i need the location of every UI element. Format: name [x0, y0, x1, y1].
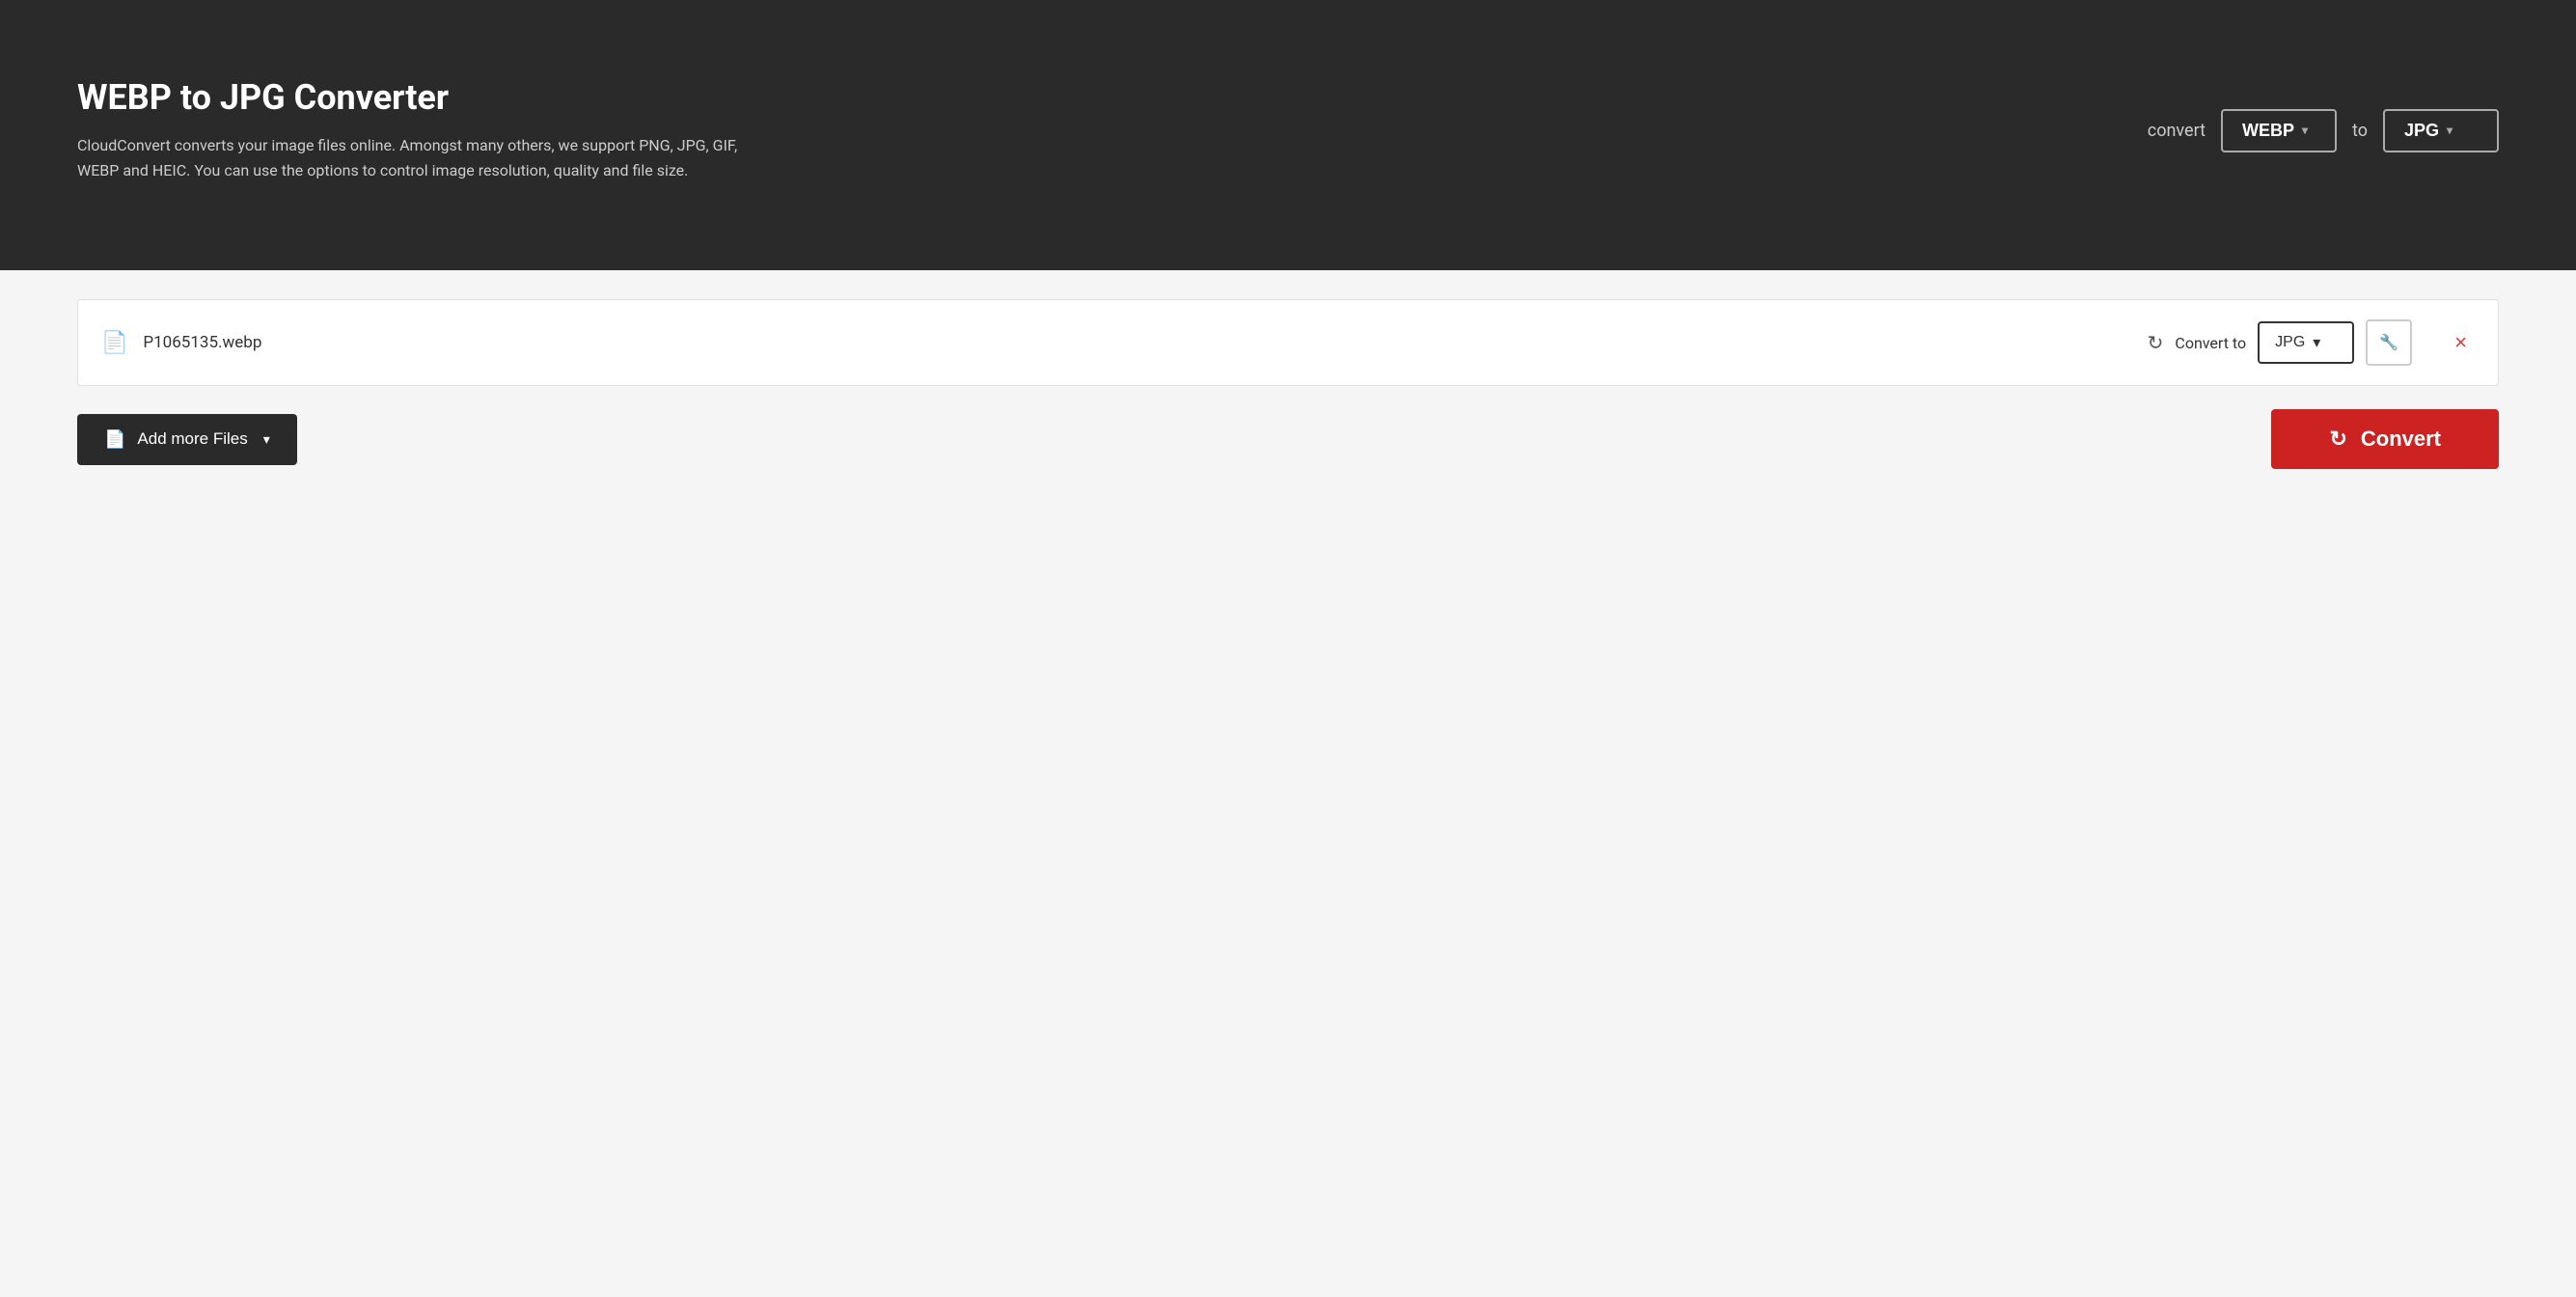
converter-label: convert [2148, 121, 2206, 141]
main-section: 📄 P1065135.webp ↻ Convert to JPG ▾ 🔧 × [0, 270, 2576, 1297]
file-format-chevron-icon: ▾ [2313, 333, 2320, 352]
header-converter: convert WEBP ▾ to JPG ▾ [2148, 109, 2499, 152]
file-name: P1065135.webp [143, 333, 2147, 352]
page-title: WEBP to JPG Converter [77, 77, 753, 118]
table-row: 📄 P1065135.webp ↻ Convert to JPG ▾ 🔧 × [78, 300, 2498, 385]
add-files-chevron-icon: ▾ [263, 431, 270, 448]
converter-to-label: to [2352, 121, 2368, 141]
to-format-dropdown[interactable]: JPG ▾ [2383, 109, 2499, 152]
add-more-files-button[interactable]: 📄 Add more Files ▾ [77, 414, 297, 465]
from-format-chevron-icon: ▾ [2302, 124, 2308, 137]
file-icon: 📄 [101, 331, 127, 355]
file-format-label: JPG [2275, 334, 2305, 351]
to-format-label: JPG [2404, 121, 2439, 141]
convert-to-section: ↻ Convert to JPG ▾ 🔧 [2148, 319, 2413, 366]
convert-button[interactable]: ↻ Convert [2271, 409, 2499, 469]
remove-file-button[interactable]: × [2447, 326, 2475, 359]
convert-to-label: Convert to [2175, 334, 2246, 352]
from-format-label: WEBP [2242, 121, 2294, 141]
wrench-icon: 🔧 [2379, 333, 2398, 352]
to-format-chevron-icon: ▾ [2447, 124, 2453, 137]
convert-label: Convert [2361, 427, 2441, 452]
file-format-dropdown[interactable]: JPG ▾ [2258, 321, 2354, 364]
settings-button[interactable]: 🔧 [2366, 319, 2412, 366]
refresh-icon[interactable]: ↻ [2148, 331, 2164, 354]
header-description: CloudConvert converts your image files o… [77, 133, 753, 182]
convert-refresh-icon: ↻ [2329, 427, 2346, 452]
add-files-label: Add more Files [137, 429, 247, 449]
header-left: WEBP to JPG Converter CloudConvert conve… [77, 77, 753, 182]
add-file-icon: 📄 [104, 429, 125, 450]
file-list: 📄 P1065135.webp ↻ Convert to JPG ▾ 🔧 × [77, 299, 2499, 386]
close-icon: × [2454, 330, 2467, 354]
actions-row: 📄 Add more Files ▾ ↻ Convert [77, 409, 2499, 469]
from-format-dropdown[interactable]: WEBP ▾ [2221, 109, 2337, 152]
header-section: WEBP to JPG Converter CloudConvert conve… [0, 0, 2576, 270]
